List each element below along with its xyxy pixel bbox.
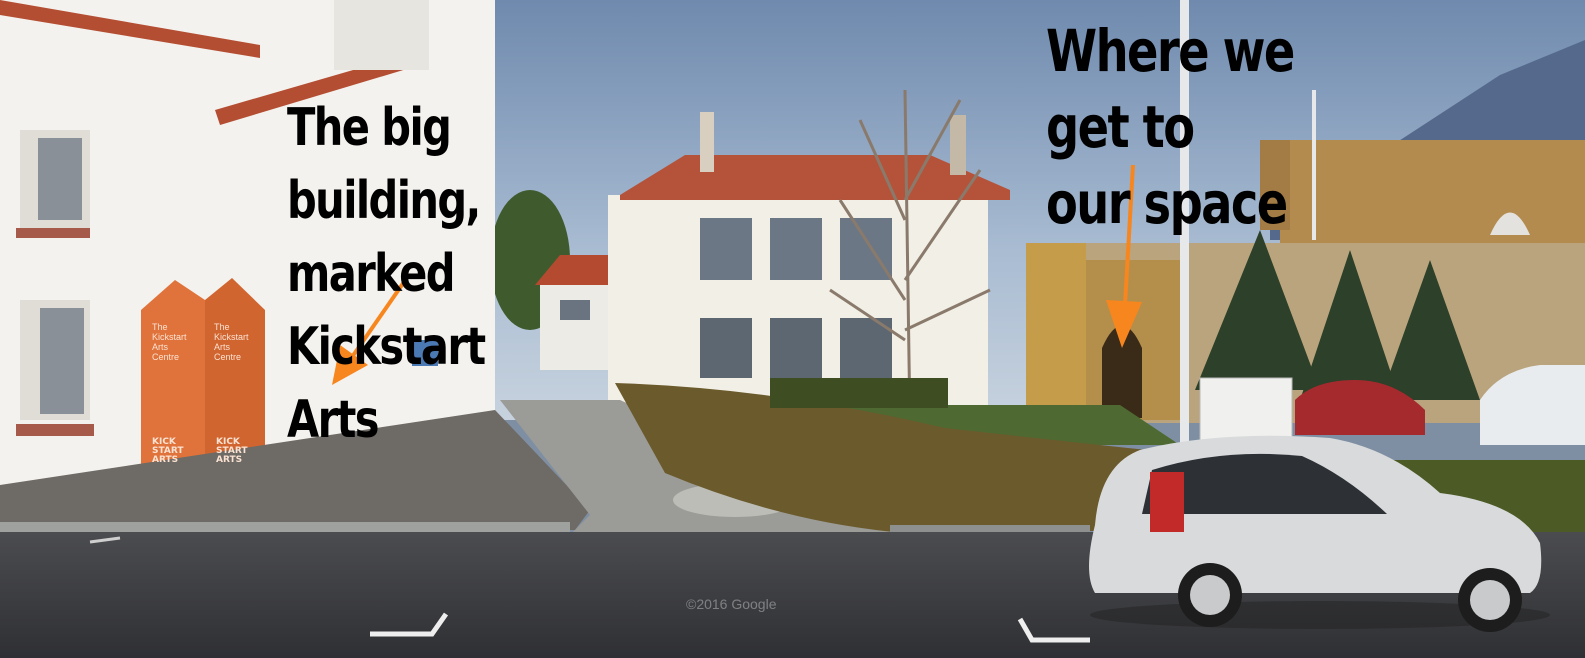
sign-right-face-text: The Kickstart Arts Centre [214, 322, 249, 362]
entrance-label: Where we get to our space [1046, 17, 1295, 237]
sign-left-face-text: The Kickstart Arts Centre [152, 322, 187, 362]
sign-logo-left: KICK START ARTS [152, 437, 184, 465]
noticeboard [1199, 377, 1293, 445]
google-watermark: ©2016 Google [686, 596, 777, 612]
hedge-back [770, 378, 948, 408]
street-view-photo: The big building, marked Kickstart Arts … [0, 0, 1585, 658]
sign-logo-right: KICK START ARTS [216, 437, 248, 465]
big-building-label: The big building, marked Kickstart Arts [287, 98, 486, 450]
